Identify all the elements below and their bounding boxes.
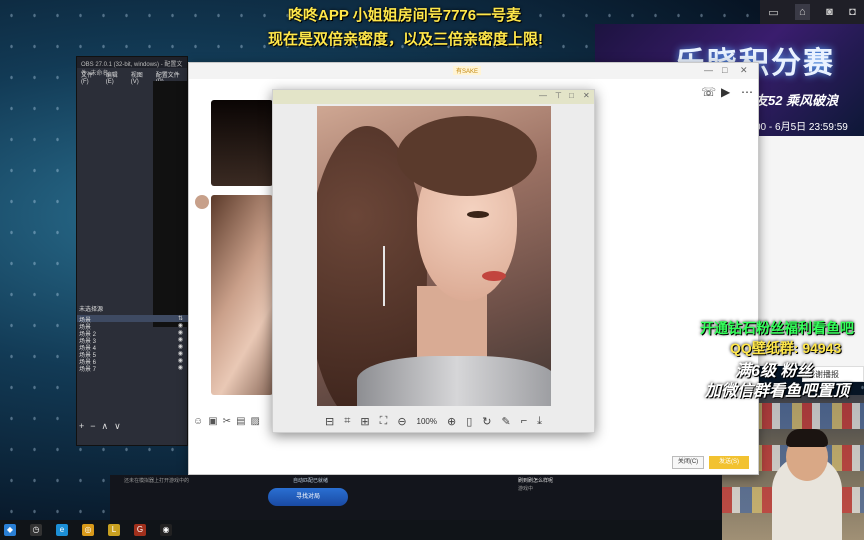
obs-menu-profile[interactable]: 配置文件(P) [156, 70, 183, 85]
folder-icon[interactable]: ▤ [236, 416, 245, 427]
more-icon[interactable]: ⋯ [741, 85, 753, 99]
rotate-icon[interactable]: ↻ [482, 415, 491, 428]
find-match-button[interactable]: 寻找对局 [268, 488, 348, 506]
scan-icon[interactable]: ⌗ [344, 415, 350, 428]
move-up-icon[interactable]: ∧ [102, 421, 109, 432]
obs-menu-view[interactable]: 视图(V) [131, 70, 148, 85]
download-icon[interactable]: ⤓ [537, 415, 542, 428]
scene-item[interactable]: 场景 3 ◉ [77, 336, 189, 345]
scene-item[interactable]: 场景 2 ◉ [77, 329, 189, 338]
scene-item[interactable]: 场景 6 ◉ [77, 357, 189, 366]
start-icon[interactable]: ◆ [4, 524, 16, 536]
viewer-titlebar: — ⊤ □ ✕ [273, 90, 594, 104]
chat-image-message[interactable] [211, 100, 273, 186]
lobby-right-status: 游戏中 [518, 486, 534, 492]
obs-scene-controls: + − ∧ ∨ [79, 421, 121, 432]
avatar[interactable] [195, 195, 209, 209]
game-app-icon[interactable]: ◎ [82, 524, 94, 536]
obs-scene-list: 场景 ⇅ 场景 ◉ 场景 2 ◉ 场景 3 ◉ 场景 4 ◉ 场景 5 ◉ 场景 6 ◉ 场景… [77, 315, 189, 375]
chat-input-toolbar: ☺ ▣ ✂ ▤ ▨ [193, 416, 260, 427]
scissors-icon[interactable]: ✂ [223, 416, 231, 427]
streamer-hair [786, 429, 828, 447]
browser-top-strip: ▭ ⌂ ◙ ◘ [760, 0, 864, 24]
overlay-promo: 现在是双倍亲密度，以及三倍亲密度上限! [268, 31, 543, 48]
crop-icon[interactable]: ⌐ [521, 415, 527, 427]
overlay-qq-group: QQ壁纸群: 94943 [730, 340, 842, 356]
obs-source-label: 未选择源 [79, 307, 104, 313]
overlay-fan-benefit: 开通钻石粉丝福利看鱼吧 [700, 320, 854, 336]
banner-date: 00 - 6月5日 23:59:59 [755, 122, 848, 133]
pin-icon[interactable]: ⊤ [555, 91, 562, 100]
video-call-icon[interactable]: ▶ [721, 85, 730, 99]
game-lobby-panel: 还未在模拟器上打开游戏中的 自动匹配已就绪 寻找对局 刷到刷怎么样呢 游戏中 [110, 475, 722, 520]
maximize-icon[interactable]: □ [722, 65, 727, 75]
fit-icon[interactable]: ⛶ [380, 415, 388, 428]
obs-preview [153, 81, 189, 327]
store-icon[interactable]: L [108, 524, 120, 536]
g-app-icon[interactable]: G [134, 524, 146, 536]
overlay-room-info: 咚咚APP 小姐姐房间号7776一号麦 [288, 7, 522, 24]
lobby-hint: 还未在模拟器上打开游戏中的 [124, 478, 190, 484]
close-icon[interactable]: ✕ [583, 91, 590, 100]
send-button[interactable]: 发送(S) [709, 456, 749, 469]
phone-icon[interactable]: ☏ [701, 85, 716, 99]
minimize-icon[interactable]: — [539, 91, 547, 100]
banner-subtitle: 友52 乘风破浪 [755, 93, 839, 108]
video-icon[interactable]: ▭ [768, 6, 778, 19]
photo-lips [482, 271, 506, 281]
move-down-icon[interactable]: ∨ [114, 421, 121, 432]
zoom-level: 100% [416, 416, 437, 426]
photo-bangs [397, 116, 537, 196]
zoom-out-icon[interactable]: ⊖ [397, 415, 406, 428]
controller-icon[interactable]: ◘ [849, 6, 856, 18]
obs-window: OBS 27.0.1 (32-bit, windows) - 配置文件: 未命名… [76, 56, 189, 446]
zoom-in-icon[interactable]: ⊕ [447, 415, 456, 428]
browser-icon[interactable]: e [56, 524, 68, 536]
image-viewer: — ⊤ □ ✕ ⊟ ⌗ ⊞ ⛶ ⊖ 100% ⊕ ▯ ↻ ✎ ⌐ ⤓ [272, 89, 595, 433]
chat-contact-name: 有SAKE [453, 66, 482, 75]
chat-image-message[interactable] [211, 195, 273, 395]
gif-icon[interactable]: ▣ [208, 416, 217, 427]
scene-item[interactable]: 场景 ◉ [77, 322, 189, 331]
lobby-status: 自动匹配已就绪 [293, 478, 329, 484]
home-icon[interactable]: ⌂ [795, 4, 810, 20]
add-icon[interactable]: + [79, 421, 84, 432]
emoji-icon[interactable]: ☺ [193, 416, 203, 427]
image-icon[interactable]: ▨ [251, 416, 260, 427]
penguin-icon[interactable]: ◉ [160, 524, 172, 536]
obs-menu-file[interactable]: 文件(F) [81, 70, 98, 85]
clock-app-icon[interactable]: ◷ [30, 524, 42, 536]
remove-icon[interactable]: − [90, 421, 95, 432]
scene-item[interactable]: 场景 4 ◉ [77, 343, 189, 352]
edit-icon[interactable]: ✎ [502, 415, 511, 428]
layout-icon[interactable]: ⊟ [325, 415, 334, 428]
gamepad-icon[interactable]: ◙ [826, 6, 833, 18]
photo-earring [383, 246, 385, 306]
viewer-photo [317, 106, 551, 406]
obs-title: OBS 27.0.1 (32-bit, windows) - 配置文件: 未命名 [77, 57, 187, 77]
scene-column-icon: ⇅ [177, 316, 183, 322]
close-icon[interactable]: ✕ [740, 65, 748, 76]
close-button[interactable]: 关闭(C) [672, 456, 704, 469]
translate-icon[interactable]: ⊞ [360, 415, 369, 428]
photo-dress [357, 356, 551, 406]
obs-menu-edit[interactable]: 编辑(E) [106, 70, 123, 85]
scene-item[interactable]: 场景 7 ◉ [77, 364, 189, 373]
chat-titlebar: 有SAKE — □ ✕ [189, 63, 758, 79]
scene-item[interactable]: 场景 5 ◉ [77, 350, 189, 359]
overlay-wechat: 加微信群看鱼吧置顶 [705, 383, 850, 400]
photo-eye [467, 211, 489, 218]
lobby-right-text: 刷到刷怎么样呢 [518, 478, 554, 484]
viewer-toolbar: ⊟ ⌗ ⊞ ⛶ ⊖ 100% ⊕ ▯ ↻ ✎ ⌐ ⤓ [273, 410, 594, 432]
maximize-icon[interactable]: □ [569, 91, 574, 100]
actual-size-icon[interactable]: ▯ [466, 415, 472, 428]
obs-menubar: 文件(F) 编辑(E) 视图(V) 配置文件(P) [77, 68, 187, 85]
taskbar: ◆ ◷ e ◎ L G ◉ [0, 520, 722, 540]
minimize-icon[interactable]: — [704, 65, 713, 75]
scene-column-label: 场景 [79, 318, 92, 324]
scene-list-header: 场景 ⇅ [77, 315, 189, 324]
